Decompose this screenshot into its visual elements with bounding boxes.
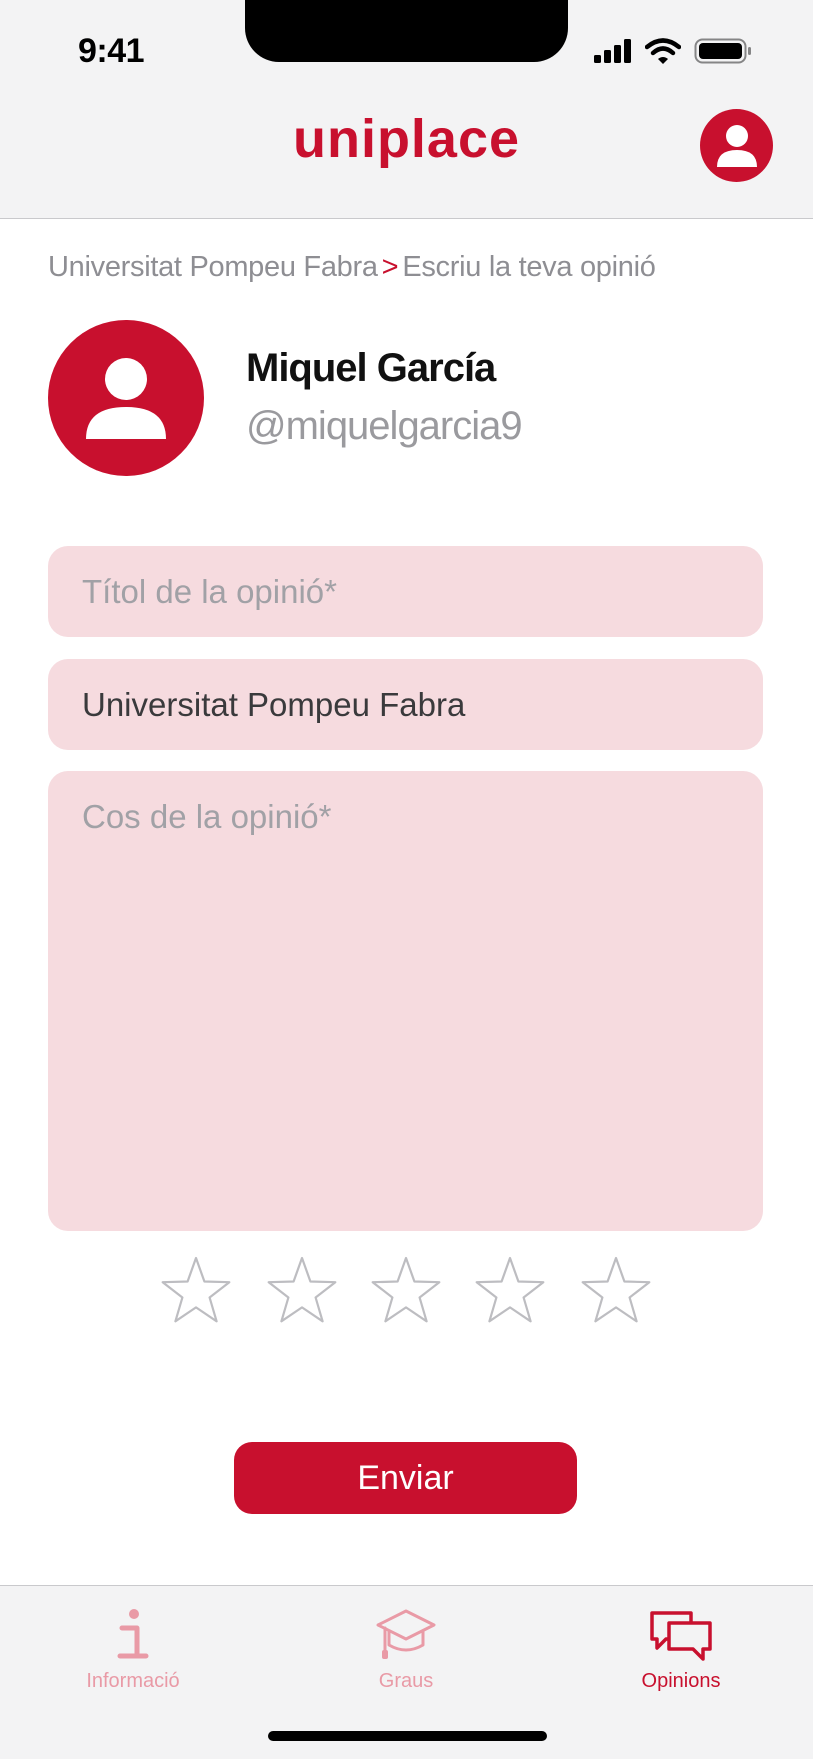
status-icons: [594, 38, 752, 64]
signal-icon: [594, 39, 631, 63]
battery-icon: [694, 38, 751, 64]
breadcrumb: Universitat Pompeu Fabra > Escriu la teva …: [48, 251, 656, 284]
breadcrumb-current: Escriu la teva opinió: [402, 251, 656, 283]
tab-label: Opinions: [641, 1670, 721, 1692]
star-outline-icon[interactable]: [264, 1255, 340, 1331]
avatar: [48, 320, 204, 476]
star-outline-icon[interactable]: [472, 1255, 548, 1331]
top-bar: 9:41 uniplace: [0, 0, 813, 219]
wifi-icon: [645, 38, 681, 64]
star-outline-icon[interactable]: [368, 1255, 444, 1331]
opinion-title-input[interactable]: [48, 546, 763, 637]
star-outline-icon[interactable]: [578, 1255, 654, 1331]
device-notch: [245, 0, 568, 62]
chat-bubbles-icon: [581, 1606, 781, 1664]
tab-informacio[interactable]: Informació: [33, 1586, 233, 1701]
breadcrumb-parent[interactable]: Universitat Pompeu Fabra: [48, 251, 378, 283]
graduation-cap-icon: [306, 1606, 506, 1664]
status-time: 9:41: [78, 32, 145, 70]
person-icon: [716, 124, 757, 167]
info-icon: [33, 1606, 233, 1664]
person-icon: [86, 358, 166, 439]
breadcrumb-separator: >: [381, 251, 399, 283]
university-input[interactable]: [48, 659, 763, 750]
submit-button[interactable]: Enviar: [234, 1442, 577, 1514]
tab-opinions[interactable]: Opinions: [581, 1586, 781, 1701]
tab-label: Informació: [86, 1670, 180, 1692]
opinion-body-input[interactable]: [48, 771, 763, 1231]
tab-graus[interactable]: Graus: [306, 1586, 506, 1701]
star-outline-icon[interactable]: [158, 1255, 234, 1331]
app-logo: uniplace: [292, 109, 521, 169]
user-name: Miquel García: [246, 346, 496, 390]
home-indicator: [268, 1731, 547, 1741]
star-rating: [158, 1255, 658, 1331]
user-handle: @miquelgarcia9: [246, 404, 523, 448]
tab-label: Graus: [378, 1670, 434, 1692]
profile-button[interactable]: [700, 109, 773, 182]
